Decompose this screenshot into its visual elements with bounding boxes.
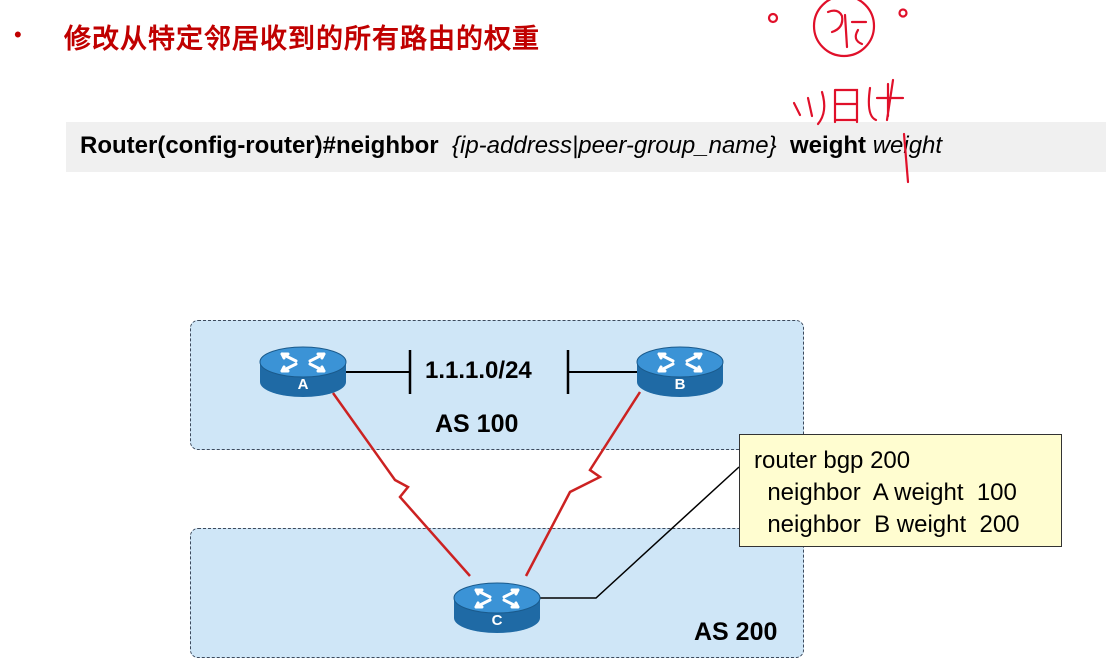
callout-pointer bbox=[540, 466, 740, 599]
network-label: 1.1.1.0/24 bbox=[425, 357, 532, 384]
router-c: C bbox=[452, 576, 542, 638]
router-a: A bbox=[258, 340, 348, 402]
handwriting-annotation bbox=[767, 0, 910, 184]
router-label: C bbox=[491, 612, 503, 629]
config-line: neighbor A weight 100 bbox=[754, 479, 1017, 506]
diagram-links bbox=[331, 0, 910, 599]
serial-link-b-c bbox=[524, 391, 642, 577]
as-200-label: AS 200 bbox=[694, 618, 778, 646]
config-line: neighbor B weight 200 bbox=[754, 511, 1020, 538]
config-callout: router bgp 200 neighbor A weight 100 nei… bbox=[739, 434, 1062, 547]
router-b: B bbox=[635, 340, 725, 402]
config-line: router bgp 200 bbox=[754, 447, 911, 474]
as-100-label: AS 100 bbox=[435, 410, 519, 438]
router-label: B bbox=[674, 376, 686, 393]
router-label: A bbox=[297, 376, 309, 393]
